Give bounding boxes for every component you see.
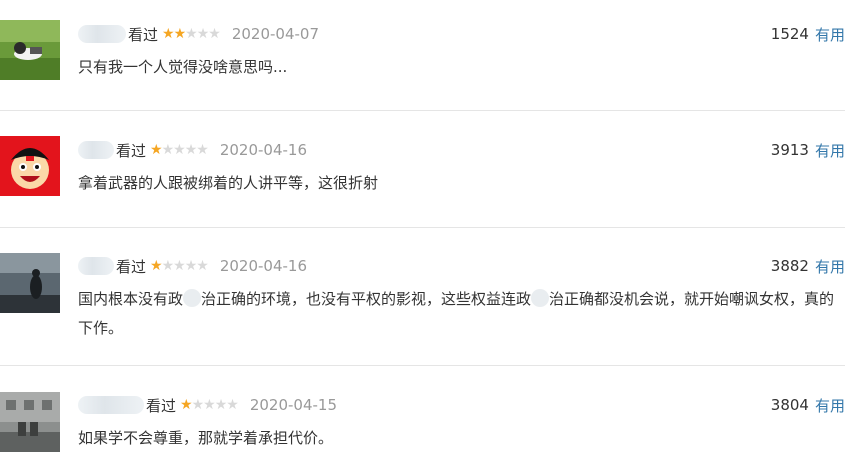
vote-count: 3804 — [770, 396, 809, 414]
star-icon: ★ — [173, 26, 187, 42]
username-redacted[interactable] — [78, 25, 126, 43]
star-icon: ★ — [191, 397, 205, 413]
star-icon: ★ — [184, 258, 198, 274]
vote-area: 1524 有用 — [771, 23, 845, 45]
comment-text: 只有我一个人觉得没啥意思吗... — [78, 58, 288, 76]
avatar[interactable] — [0, 136, 60, 196]
redaction-mark — [531, 289, 550, 307]
watch-status: 看过 — [128, 25, 159, 44]
vote-count: 3913 — [770, 141, 809, 159]
comment-date: 2020-04-15 — [249, 396, 338, 414]
star-icon: ★ — [173, 258, 186, 274]
star-icon: ★ — [173, 142, 186, 158]
comment-meta: 看过 ★ ★ ★ ★ ★ 2020-04-07 — [78, 23, 319, 45]
comment-text: 如果学不会尊重，那就学着承担代价。 — [78, 429, 334, 447]
vote-area: 3804 有用 — [771, 394, 845, 416]
star-icon: ★ — [196, 26, 210, 42]
star-icon: ★ — [161, 258, 175, 274]
watch-status: 看过 — [116, 141, 147, 160]
vote-area: 3882 有用 — [771, 255, 845, 277]
watch-status: 看过 — [146, 396, 177, 415]
star-icon: ★ — [203, 397, 216, 413]
avatar[interactable] — [0, 392, 60, 452]
star-icon: ★ — [185, 26, 198, 42]
useful-button[interactable]: 有用 — [815, 256, 845, 277]
comment-text-part: 国内根本没有政 — [78, 290, 184, 308]
star-icon: ★ — [184, 142, 198, 158]
useful-button[interactable]: 有用 — [815, 140, 845, 161]
avatar[interactable] — [0, 20, 60, 80]
comment-meta: 看过 ★ ★ ★ ★ ★ 2020-04-16 — [78, 255, 307, 277]
vote-count: 1524 — [770, 25, 809, 43]
rating-stars: ★ ★ ★ ★ ★ — [162, 26, 221, 42]
rating-stars: ★ ★ ★ ★ ★ — [150, 258, 209, 274]
rating-stars: ★ ★ ★ ★ ★ — [150, 142, 209, 158]
comment-text-part: 治正确的环境，也没有平权的影视，这些权益连政 — [201, 290, 532, 308]
redaction-mark — [183, 289, 202, 307]
star-icon: ★ — [180, 397, 193, 413]
comment-date: 2020-04-16 — [219, 257, 308, 275]
star-icon: ★ — [226, 397, 239, 413]
useful-button[interactable]: 有用 — [815, 395, 845, 416]
comment-date: 2020-04-07 — [231, 25, 320, 43]
comment-text: 拿着武器的人跟被绑着的人讲平等，这很折射 — [78, 174, 379, 192]
star-icon: ★ — [208, 26, 221, 42]
username-redacted[interactable] — [78, 141, 114, 159]
star-icon: ★ — [150, 142, 163, 158]
star-icon: ★ — [196, 142, 209, 158]
username-redacted[interactable] — [78, 396, 144, 414]
star-icon: ★ — [214, 397, 228, 413]
star-icon: ★ — [162, 26, 175, 42]
comment-meta: 看过 ★ ★ ★ ★ ★ 2020-04-16 — [78, 139, 307, 161]
comment-item: 看过 ★ ★ ★ ★ ★ 2020-04-07 1524 有用 只有我一个人觉得没啥意思… — [0, 0, 845, 111]
username-redacted[interactable] — [78, 257, 114, 275]
vote-area: 3913 有用 — [771, 139, 845, 161]
comment-item: 看过 ★ ★ ★ ★ ★ 2020-04-16 3913 有用 拿着武器的人跟被绑着的人… — [0, 111, 845, 228]
comment-item: 看过 ★ ★ ★ ★ ★ 2020-04-16 3882 有用 国内根本没有政 治正确的环… — [0, 228, 845, 366]
star-icon: ★ — [161, 142, 175, 158]
comment-date: 2020-04-16 — [219, 141, 308, 159]
rating-stars: ★ ★ ★ ★ ★ — [180, 397, 239, 413]
star-icon: ★ — [150, 258, 163, 274]
comment-item: 看过 ★ ★ ★ ★ ★ 2020-04-15 3804 有用 如果学不会尊重，那就学着… — [0, 366, 845, 464]
useful-button[interactable]: 有用 — [815, 24, 845, 45]
star-icon: ★ — [196, 258, 209, 274]
avatar[interactable] — [0, 253, 60, 313]
comment-text: 国内根本没有政 治正确的环境，也没有平权的影视，这些权益连政 治正确都没机会说，就开… — [78, 285, 845, 343]
comment-list: 看过 ★ ★ ★ ★ ★ 2020-04-07 1524 有用 只有我一个人觉得没啥意思… — [0, 0, 857, 464]
watch-status: 看过 — [116, 257, 147, 276]
vote-count: 3882 — [770, 257, 809, 275]
comment-meta: 看过 ★ ★ ★ ★ ★ 2020-04-15 — [78, 394, 337, 416]
